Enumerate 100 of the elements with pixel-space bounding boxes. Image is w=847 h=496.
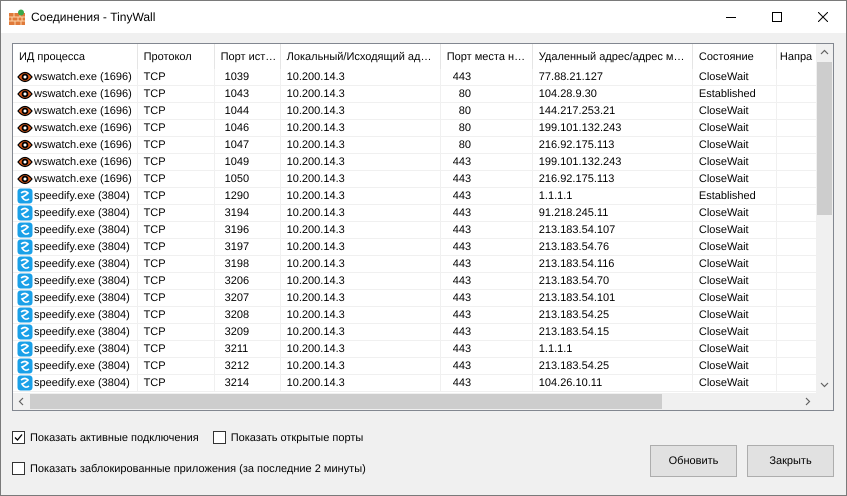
column-header[interactable]: Порт ист… (214, 44, 280, 69)
brick-wall-icon (9, 9, 25, 25)
app-icon (17, 239, 33, 255)
table-cell: 3206 (214, 272, 280, 290)
eye-icon (17, 172, 33, 186)
scrollbar-thumb[interactable] (817, 62, 832, 215)
table-cell: 443 (440, 204, 532, 222)
table-cell: CloseWait (692, 69, 776, 86)
table-cell: 80 (440, 120, 532, 136)
table-cell: TCP (137, 324, 214, 340)
table-cell: CloseWait (692, 256, 776, 272)
process-name: speedify.exe (3804) (34, 360, 130, 372)
table-cell: 10.200.14.3 (280, 374, 440, 392)
table-cell: 10.200.14.3 (280, 154, 440, 170)
table-cell: 1044 (214, 102, 280, 120)
table-cell: CloseWait (692, 324, 776, 340)
table-cell: CloseWait (692, 204, 776, 222)
table-cell: 3194 (214, 204, 280, 222)
table-cell: TCP (137, 86, 214, 102)
table-cell: 80 (440, 136, 532, 154)
table-cell: 10.200.14.3 (280, 238, 440, 256)
process-name: wswatch.exe (1696) (34, 71, 132, 83)
table-cell: 3198 (214, 256, 280, 272)
process-name: speedify.exe (3804) (34, 309, 130, 321)
table-cell: 199.101.132.243 (532, 154, 692, 170)
table-cell: 443 (440, 374, 532, 392)
vertical-scrollbar[interactable] (816, 44, 833, 393)
table-cell: 10.200.14.3 (280, 290, 440, 306)
table-cell: CloseWait (692, 136, 776, 154)
table-cell: CloseWait (692, 120, 776, 136)
table-cell: 10.200.14.3 (280, 86, 440, 102)
app-icon (17, 358, 33, 374)
refresh-button[interactable]: Обновить (650, 445, 737, 477)
column-header[interactable]: Протокол (137, 44, 214, 69)
table-cell: 10.200.14.3 (280, 272, 440, 290)
process-name: speedify.exe (3804) (34, 241, 130, 253)
process-name: speedify.exe (3804) (34, 377, 130, 389)
process-name: speedify.exe (3804) (34, 275, 130, 287)
table-cell: 80 (440, 86, 532, 102)
table-cell: 10.200.14.3 (280, 170, 440, 188)
column-header[interactable]: Удаленный адрес/адрес м… (532, 44, 692, 69)
app-icon (17, 341, 33, 357)
table-cell: TCP (137, 188, 214, 204)
table-cell: 1.1.1.1 (532, 340, 692, 358)
table-cell: 199.101.132.243 (532, 120, 692, 136)
process-name: wswatch.exe (1696) (34, 105, 132, 117)
table-cell: 3211 (214, 340, 280, 358)
table-cell: CloseWait (692, 238, 776, 256)
checkbox-label[interactable]: Показать заблокированные приложения (за последние 2 минуты) (30, 462, 366, 474)
table-cell: 216.92.175.113 (532, 170, 692, 188)
checkbox-label[interactable]: Показать открытые порты (230, 432, 364, 444)
process-name: wswatch.exe (1696) (34, 173, 132, 185)
process-name: speedify.exe (3804) (34, 292, 130, 304)
table-cell: 443 (440, 238, 532, 256)
table-cell: CloseWait (692, 272, 776, 290)
table-cell: CloseWait (692, 340, 776, 358)
table-cell: 443 (440, 324, 532, 340)
table-cell: TCP (137, 358, 214, 374)
column-header[interactable]: Локальный/Исходящий ад… (280, 44, 440, 69)
table-cell: 213.183.54.15 (532, 324, 692, 340)
table-cell: 1050 (214, 170, 280, 188)
process-name: speedify.exe (3804) (34, 207, 130, 219)
column-header[interactable]: Порт места н… (440, 44, 532, 69)
checkbox[interactable] (12, 462, 25, 475)
app-icon (17, 273, 33, 289)
table-cell: TCP (137, 272, 214, 290)
process-name: speedify.exe (3804) (34, 190, 130, 202)
table-cell: 10.200.14.3 (280, 204, 440, 222)
table-cell: 213.183.54.25 (532, 306, 692, 324)
table-cell: CloseWait (692, 170, 776, 188)
eye-icon (17, 87, 33, 101)
app-icon (17, 256, 33, 272)
table-cell: 443 (440, 340, 532, 358)
horizontal-scrollbar[interactable] (13, 393, 816, 410)
table-cell: CloseWait (692, 290, 776, 306)
table-cell: 3196 (214, 222, 280, 238)
table-cell: 1290 (214, 188, 280, 204)
app-icon (17, 375, 33, 391)
table-cell: TCP (137, 102, 214, 120)
table-cell: CloseWait (692, 154, 776, 170)
table-cell: 443 (440, 306, 532, 324)
checkbox[interactable] (12, 431, 25, 444)
table-cell: 10.200.14.3 (280, 120, 440, 136)
scrollbar-thumb[interactable] (30, 394, 662, 409)
column-header[interactable]: Состояние (692, 44, 776, 69)
table-cell: 443 (440, 170, 532, 188)
process-name: speedify.exe (3804) (34, 343, 130, 355)
column-header[interactable]: ИД процесса (13, 44, 138, 69)
table-cell: 1039 (214, 69, 280, 86)
checkbox[interactable] (212, 431, 226, 444)
close-dialog-button[interactable]: Закрыть (747, 445, 834, 477)
table-cell: CloseWait (692, 306, 776, 324)
window-title: Соединения - TinyWall (31, 10, 156, 24)
table-cell: 216.92.175.113 (532, 136, 692, 154)
table-cell: TCP (137, 120, 214, 136)
table-cell: 10.200.14.3 (280, 324, 440, 340)
checkbox-label[interactable]: Показать активные подключения (30, 432, 199, 444)
table-cell: 213.183.54.107 (532, 222, 692, 238)
table-cell: 3212 (214, 358, 280, 374)
table-cell: 144.217.253.21 (532, 102, 692, 120)
